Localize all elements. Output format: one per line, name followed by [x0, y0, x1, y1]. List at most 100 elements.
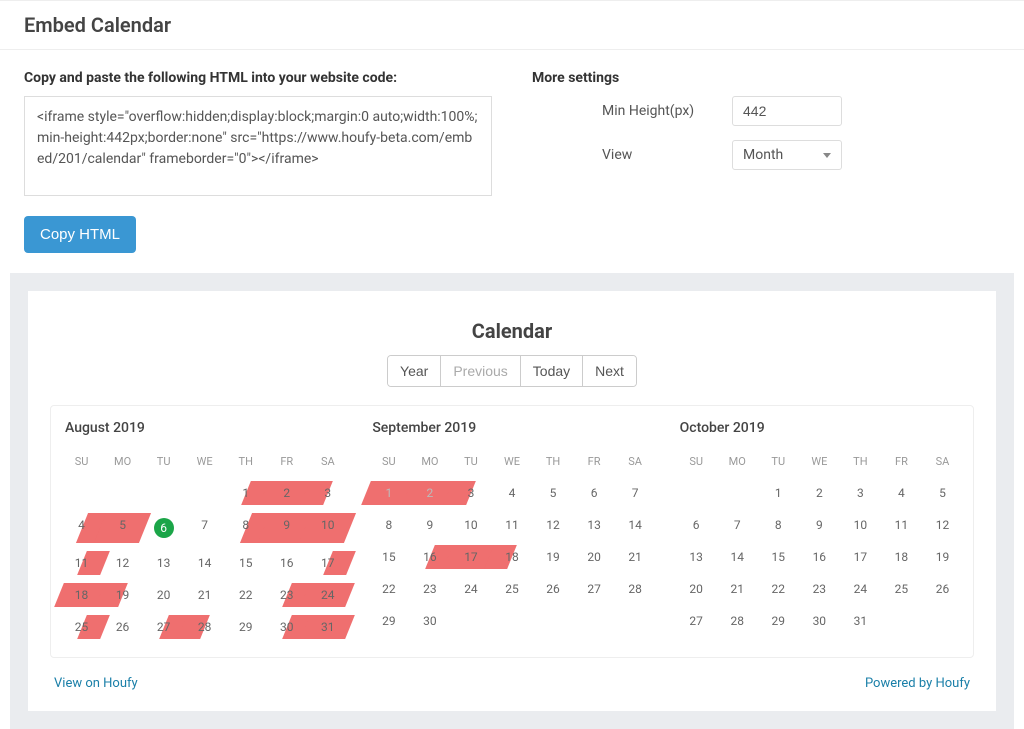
- day-cell[interactable]: 30: [409, 605, 450, 637]
- day-cell[interactable]: 9: [409, 509, 450, 541]
- month-column: August 2019SUMOTUWETHFRSA123456789101112…: [51, 406, 358, 657]
- day-cell[interactable]: 30: [799, 605, 840, 637]
- day-cell[interactable]: 31: [840, 605, 881, 637]
- next-button[interactable]: Next: [583, 356, 636, 386]
- day-cell[interactable]: 1: [758, 477, 799, 509]
- day-cell[interactable]: 22: [758, 573, 799, 605]
- day-cell[interactable]: 14: [615, 509, 656, 541]
- today-button[interactable]: Today: [521, 356, 583, 386]
- day-cell[interactable]: 17: [307, 547, 348, 579]
- day-cell[interactable]: 7: [184, 509, 225, 547]
- view-select[interactable]: Month: [732, 140, 842, 170]
- day-cell[interactable]: 11: [61, 547, 102, 579]
- day-cell[interactable]: 16: [799, 541, 840, 573]
- day-cell[interactable]: 7: [615, 477, 656, 509]
- day-cell[interactable]: 20: [143, 579, 184, 611]
- day-cell[interactable]: 20: [676, 573, 717, 605]
- day-cell[interactable]: 31: [307, 611, 348, 643]
- day-number: 27: [587, 582, 601, 596]
- day-cell[interactable]: 5: [533, 477, 574, 509]
- day-cell[interactable]: 16: [266, 547, 307, 579]
- day-number: 17: [321, 556, 335, 570]
- day-cell[interactable]: 13: [574, 509, 615, 541]
- day-number: 3: [857, 486, 864, 500]
- day-cell[interactable]: 8: [368, 509, 409, 541]
- day-cell[interactable]: 12: [533, 509, 574, 541]
- min-height-input[interactable]: [732, 96, 842, 126]
- day-cell[interactable]: 27: [574, 573, 615, 605]
- day-cell: [102, 477, 143, 509]
- day-cell[interactable]: 5: [102, 509, 143, 547]
- day-cell[interactable]: 21: [717, 573, 758, 605]
- year-button[interactable]: Year: [388, 356, 441, 386]
- day-cell[interactable]: 25: [881, 573, 922, 605]
- day-cell[interactable]: 8: [758, 509, 799, 541]
- day-cell[interactable]: 23: [799, 573, 840, 605]
- day-cell[interactable]: 20: [574, 541, 615, 573]
- day-number: 4: [78, 518, 85, 532]
- day-cell[interactable]: 10: [307, 509, 348, 547]
- day-cell[interactable]: 18: [491, 541, 532, 573]
- embed-code-section: Copy and paste the following HTML into y…: [24, 70, 492, 253]
- day-cell[interactable]: 5: [922, 477, 963, 509]
- powered-by-link[interactable]: Powered by Houfy: [865, 676, 970, 691]
- day-cell[interactable]: 3: [307, 477, 348, 509]
- day-cell[interactable]: 15: [368, 541, 409, 573]
- day-cell[interactable]: 17: [840, 541, 881, 573]
- day-cell[interactable]: 28: [717, 605, 758, 637]
- day-cell[interactable]: 10: [840, 509, 881, 541]
- day-cell[interactable]: 19: [922, 541, 963, 573]
- day-cell[interactable]: 14: [717, 541, 758, 573]
- day-cell[interactable]: 15: [758, 541, 799, 573]
- day-cell[interactable]: 28: [615, 573, 656, 605]
- day-cell[interactable]: 6: [676, 509, 717, 541]
- day-cell[interactable]: 29: [368, 605, 409, 637]
- day-cell[interactable]: 21: [184, 579, 225, 611]
- day-cell[interactable]: 2: [799, 477, 840, 509]
- more-settings-section: More settings Min Height(px) View Month: [532, 70, 1000, 253]
- day-cell[interactable]: 6: [574, 477, 615, 509]
- day-cell[interactable]: 3: [840, 477, 881, 509]
- day-cell[interactable]: 10: [450, 509, 491, 541]
- day-cell[interactable]: 14: [184, 547, 225, 579]
- day-number: 14: [628, 518, 642, 532]
- day-cell[interactable]: 11: [881, 509, 922, 541]
- day-cell[interactable]: 24: [450, 573, 491, 605]
- day-cell[interactable]: 13: [676, 541, 717, 573]
- day-cell[interactable]: 23: [409, 573, 450, 605]
- day-cell[interactable]: 13: [143, 547, 184, 579]
- day-cell[interactable]: 21: [615, 541, 656, 573]
- day-cell[interactable]: 19: [533, 541, 574, 573]
- copy-html-button[interactable]: Copy HTML: [24, 216, 136, 253]
- day-cell[interactable]: 29: [758, 605, 799, 637]
- day-number: 11: [895, 518, 909, 532]
- day-cell[interactable]: 29: [225, 611, 266, 643]
- day-number: 8: [385, 518, 392, 532]
- day-cell[interactable]: 12: [922, 509, 963, 541]
- weekday-header: SA: [615, 446, 656, 477]
- day-cell[interactable]: 22: [225, 579, 266, 611]
- day-cell[interactable]: 3: [450, 477, 491, 509]
- day-cell[interactable]: 22: [368, 573, 409, 605]
- day-cell[interactable]: 26: [533, 573, 574, 605]
- day-cell[interactable]: 18: [881, 541, 922, 573]
- day-cell[interactable]: 4: [491, 477, 532, 509]
- day-cell[interactable]: 24: [307, 579, 348, 611]
- day-cell[interactable]: 7: [717, 509, 758, 541]
- day-number: 27: [157, 620, 171, 634]
- day-cell[interactable]: 15: [225, 547, 266, 579]
- day-cell[interactable]: 19: [102, 579, 143, 611]
- day-cell[interactable]: 25: [61, 611, 102, 643]
- day-cell[interactable]: 11: [491, 509, 532, 541]
- day-cell[interactable]: 26: [922, 573, 963, 605]
- day-cell[interactable]: 25: [491, 573, 532, 605]
- view-on-houfy-link[interactable]: View on Houfy: [54, 676, 138, 691]
- weekday-header: WE: [491, 446, 532, 477]
- day-cell[interactable]: 9: [799, 509, 840, 541]
- day-cell[interactable]: 28: [184, 611, 225, 643]
- day-cell[interactable]: 27: [676, 605, 717, 637]
- previous-button[interactable]: Previous: [441, 356, 520, 386]
- day-cell[interactable]: 24: [840, 573, 881, 605]
- day-cell[interactable]: 4: [881, 477, 922, 509]
- iframe-code-box[interactable]: <iframe style="overflow:hidden;display:b…: [24, 96, 492, 196]
